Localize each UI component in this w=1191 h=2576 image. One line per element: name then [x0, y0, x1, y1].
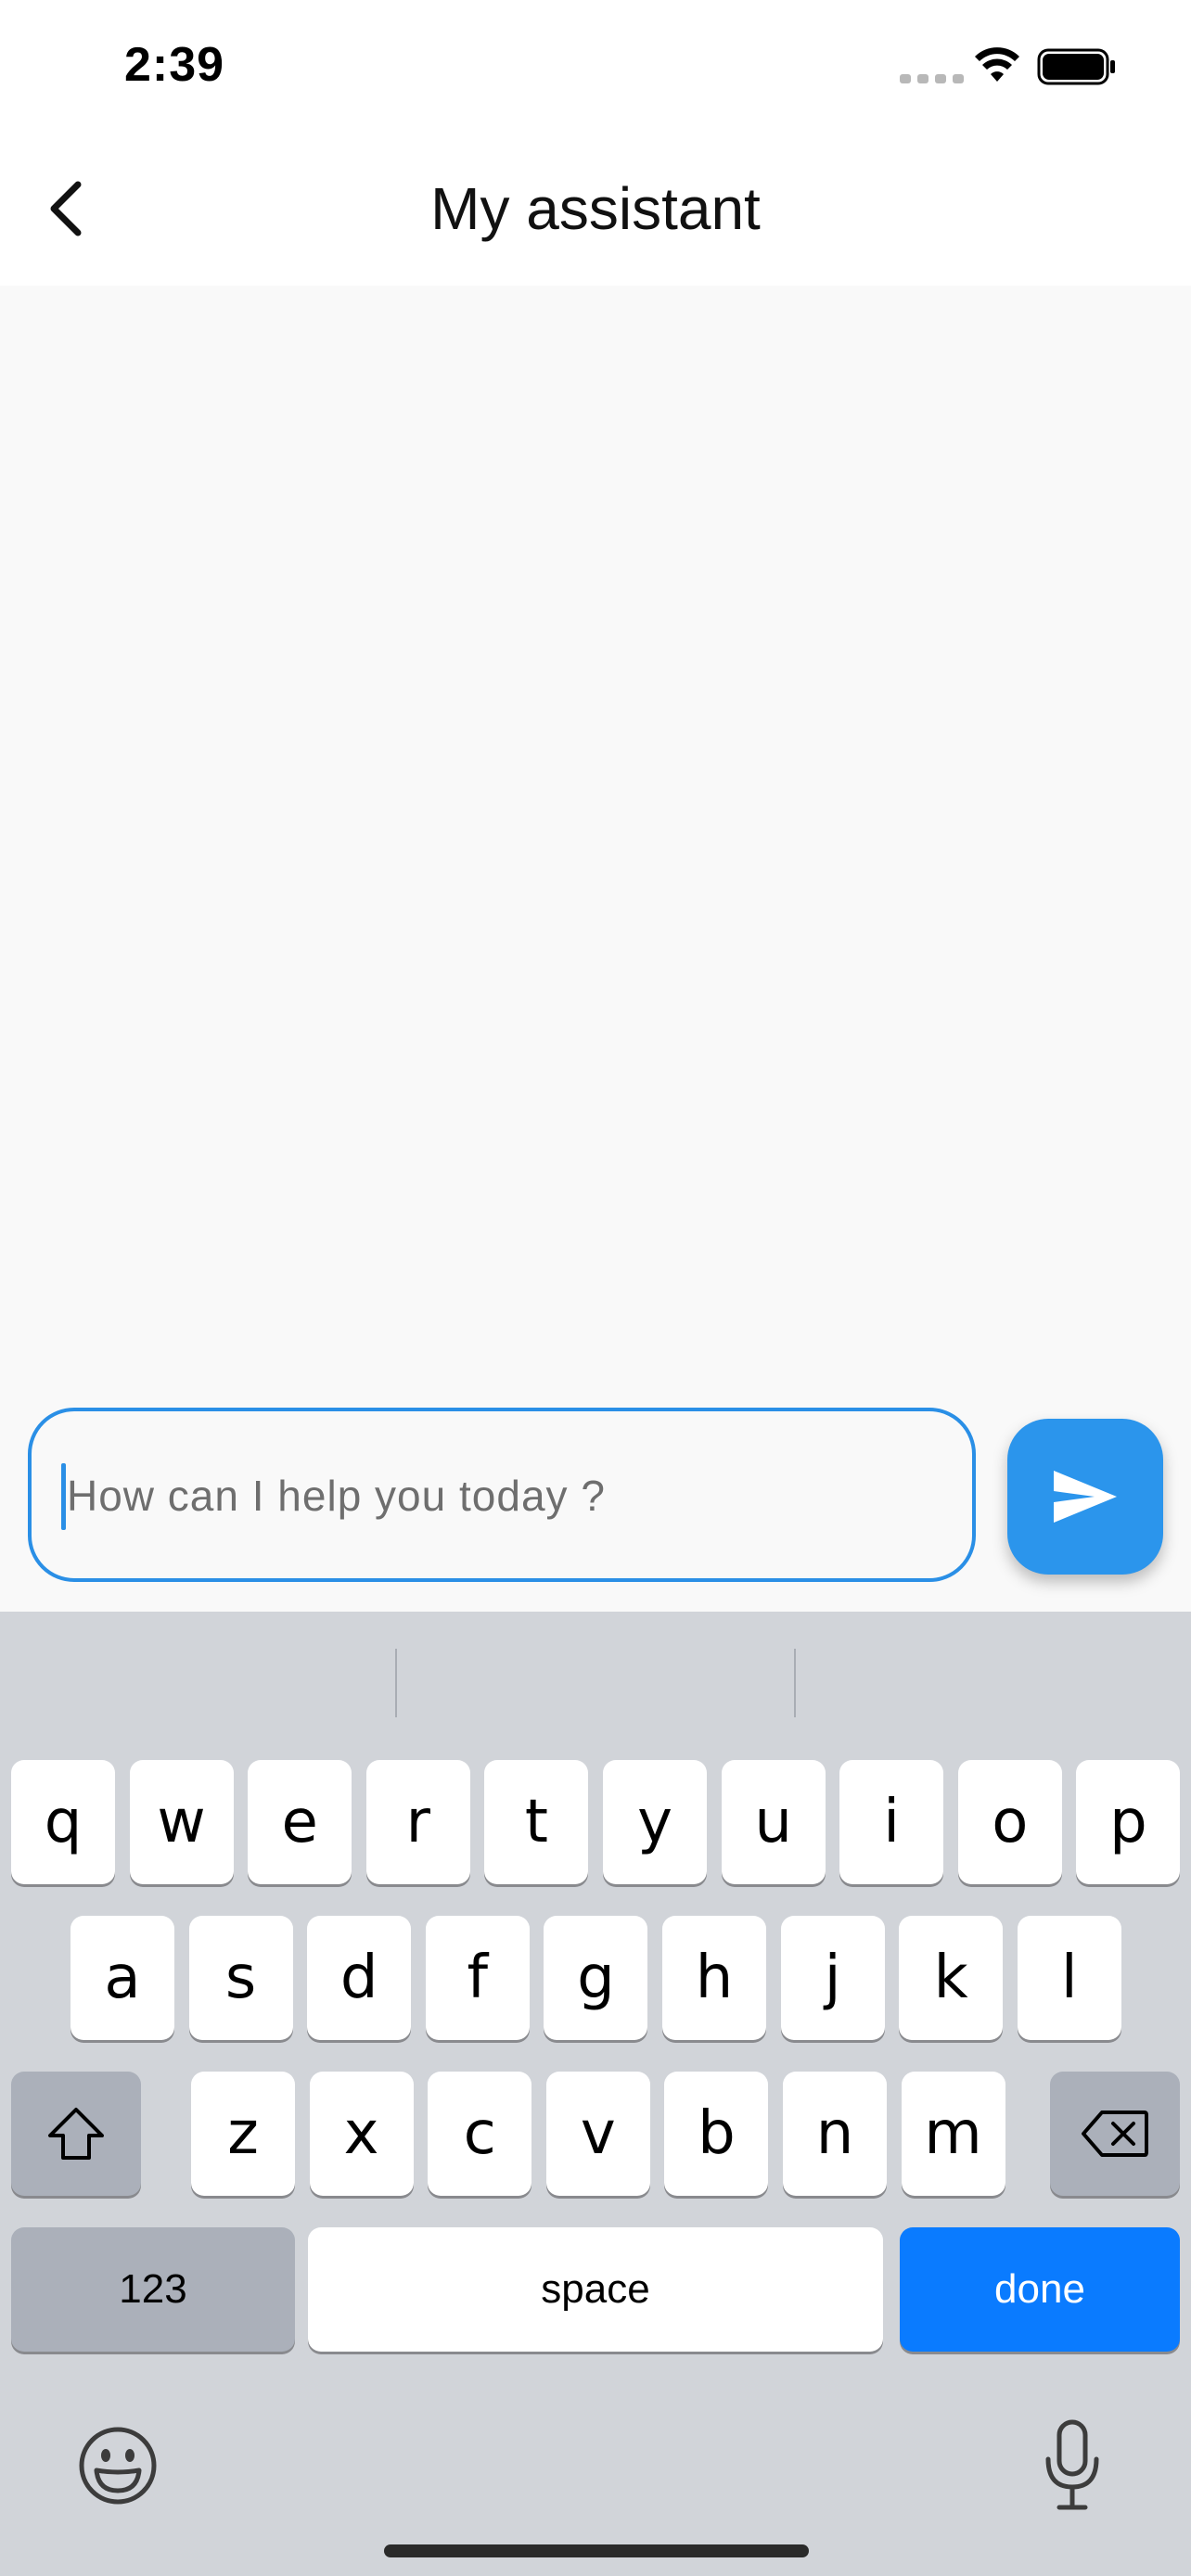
done-key[interactable]: done	[900, 2227, 1180, 2352]
suggestion-divider	[794, 1649, 796, 1717]
send-icon	[1054, 1471, 1117, 1523]
battery-icon	[1037, 48, 1115, 85]
microphone-icon[interactable]	[1043, 2418, 1102, 2511]
status-time: 2:39	[124, 38, 225, 92]
navigation-bar: My assistant	[0, 139, 1191, 286]
emoji-icon[interactable]	[76, 2424, 160, 2507]
key-n[interactable]: n	[783, 2072, 887, 2196]
message-input[interactable]	[65, 1411, 941, 1580]
key-q[interactable]: q	[11, 1760, 115, 1884]
key-z[interactable]: z	[191, 2072, 295, 2196]
key-u[interactable]: u	[721, 1760, 826, 1884]
delete-backspace-icon	[1082, 2111, 1148, 2157]
send-button[interactable]	[1007, 1419, 1163, 1575]
page-title: My assistant	[430, 175, 761, 242]
delete-key[interactable]	[1050, 2072, 1180, 2196]
key-g[interactable]: g	[544, 1916, 648, 2040]
message-input-container[interactable]	[28, 1408, 976, 1582]
key-i[interactable]: i	[839, 1760, 944, 1884]
screen: 2:39 My assistant How can I help you tod…	[0, 0, 1191, 2576]
key-k[interactable]: k	[899, 1916, 1004, 2040]
key-l[interactable]: l	[1017, 1916, 1121, 2040]
wifi-icon	[975, 47, 1019, 82]
numbers-key[interactable]: 123	[11, 2227, 295, 2352]
suggestion-divider	[395, 1649, 397, 1717]
key-m[interactable]: m	[901, 2072, 1005, 2196]
key-w[interactable]: w	[129, 1760, 234, 1884]
key-o[interactable]: o	[957, 1760, 1062, 1884]
key-p[interactable]: p	[1076, 1760, 1181, 1884]
space-key[interactable]: space	[308, 2227, 883, 2352]
key-s[interactable]: s	[188, 1916, 293, 2040]
status-bar: 2:39	[0, 0, 1191, 139]
key-e[interactable]: e	[248, 1760, 352, 1884]
key-j[interactable]: j	[780, 1916, 885, 2040]
shift-key[interactable]	[11, 2072, 141, 2196]
cellular-signal-icon	[900, 74, 964, 83]
key-f[interactable]: f	[425, 1916, 530, 2040]
key-b[interactable]: b	[664, 2072, 769, 2196]
key-t[interactable]: t	[484, 1760, 589, 1884]
key-h[interactable]: h	[662, 1916, 766, 2040]
key-c[interactable]: c	[428, 2072, 532, 2196]
shift-icon	[48, 2108, 104, 2160]
key-y[interactable]: y	[603, 1760, 707, 1884]
key-a[interactable]: a	[70, 1916, 174, 2040]
key-v[interactable]: v	[545, 2072, 650, 2196]
key-x[interactable]: x	[309, 2072, 414, 2196]
on-screen-keyboard: qwertyuiop asdfghjkl zxcvbnm 123 space d…	[0, 1612, 1191, 2576]
home-indicator[interactable]	[384, 2544, 809, 2557]
key-r[interactable]: r	[365, 1760, 470, 1884]
key-d[interactable]: d	[307, 1916, 412, 2040]
